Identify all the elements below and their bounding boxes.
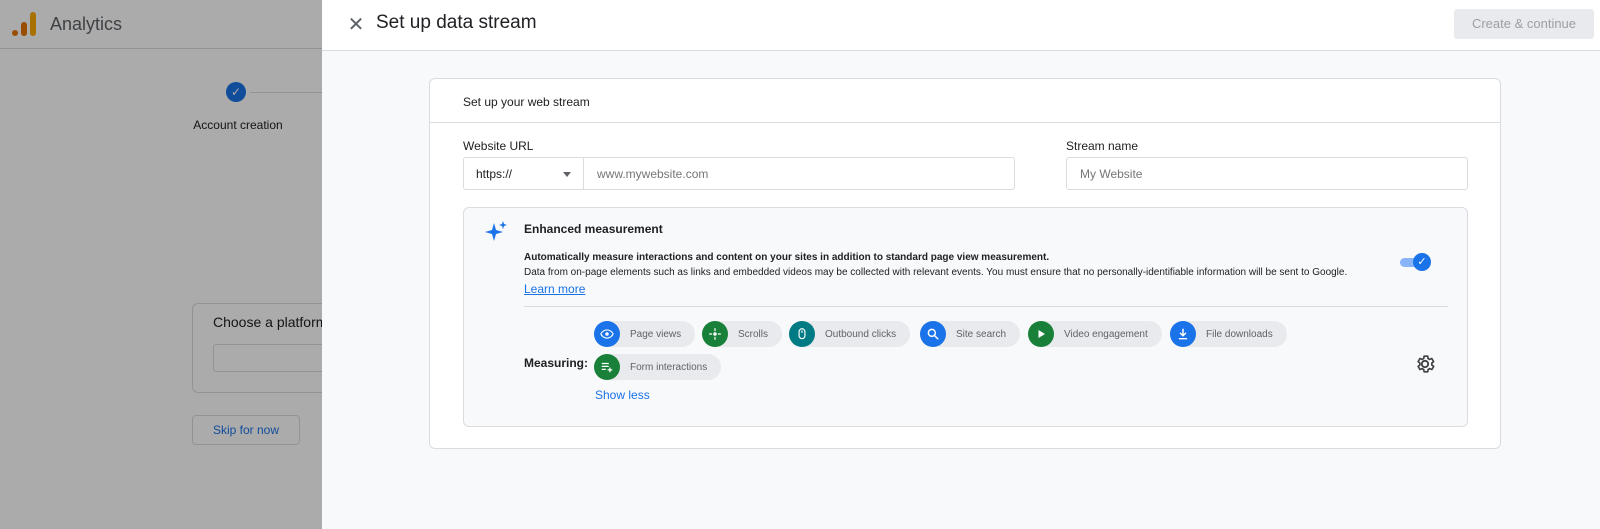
chip-label: Scrolls xyxy=(738,328,769,340)
website-url-input[interactable] xyxy=(583,157,1015,190)
website-url-label: Website URL xyxy=(463,139,534,153)
enhanced-description: Data from on-page elements such as links… xyxy=(524,267,1348,278)
download-icon xyxy=(1170,321,1196,347)
play-icon xyxy=(1028,321,1054,347)
measuring-label: Measuring: xyxy=(524,356,589,370)
protocol-select[interactable]: https:// xyxy=(463,157,584,190)
enhanced-measurement-box: Enhanced measurement Automatically measu… xyxy=(463,207,1468,427)
stream-name-label: Stream name xyxy=(1066,139,1139,153)
chip-video-engagement: Video engagement xyxy=(1028,321,1162,347)
chip-label: Form interactions xyxy=(630,361,708,373)
check-icon: ✓ xyxy=(1413,253,1431,271)
chip-label: File downloads xyxy=(1206,328,1273,340)
panel-title: Set up data stream xyxy=(376,12,537,33)
chip-label: Site search xyxy=(956,328,1007,340)
eye-icon xyxy=(594,321,620,347)
show-less-link[interactable]: Show less xyxy=(595,388,650,402)
chip-label: Page views xyxy=(630,328,682,340)
web-stream-card: Set up your web stream Website URL https… xyxy=(429,78,1501,449)
enhanced-toggle[interactable]: ✓ xyxy=(1400,252,1431,272)
chip-form-interactions: Form interactions xyxy=(594,354,722,380)
setup-panel: ✕ Set up data stream Create & continue S… xyxy=(322,0,1600,529)
chip-outbound-clicks: Outbound clicks xyxy=(789,321,911,347)
protocol-value: https:// xyxy=(476,167,513,181)
form-list-icon xyxy=(594,354,620,380)
stream-name-input[interactable] xyxy=(1066,157,1468,190)
gear-icon[interactable] xyxy=(1414,353,1436,375)
chip-site-search: Site search xyxy=(920,321,1021,347)
mouse-icon xyxy=(789,321,815,347)
chip-page-views: Page views xyxy=(594,321,696,347)
sparkle-icon xyxy=(485,221,507,241)
chip-scrolls: Scrolls xyxy=(702,321,783,347)
caret-down-icon xyxy=(563,172,571,177)
divider xyxy=(524,306,1448,307)
chip-label: Outbound clicks xyxy=(825,328,897,340)
search-icon xyxy=(920,321,946,347)
enhanced-title: Enhanced measurement xyxy=(524,222,663,236)
chip-file-downloads: File downloads xyxy=(1170,321,1287,347)
close-icon[interactable]: ✕ xyxy=(344,13,368,37)
panel-header: ✕ Set up data stream Create & continue xyxy=(322,0,1600,51)
scroll-crosshair-icon xyxy=(702,321,728,347)
enhanced-description-bold: Automatically measure interactions and c… xyxy=(524,252,1050,263)
create-continue-button[interactable]: Create & continue xyxy=(1454,9,1594,39)
chip-label: Video engagement xyxy=(1064,328,1148,340)
card-heading: Set up your web stream xyxy=(430,79,1500,123)
learn-more-link[interactable]: Learn more xyxy=(524,282,585,296)
